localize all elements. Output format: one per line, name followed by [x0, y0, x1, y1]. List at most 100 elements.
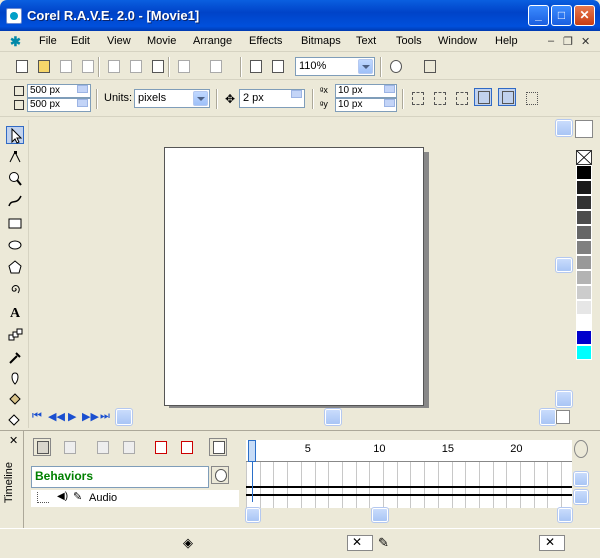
frame-grid[interactable]: [246, 462, 572, 508]
color-swatch[interactable]: [576, 225, 592, 240]
zoom-select[interactable]: 110%: [295, 57, 375, 76]
color-swatch[interactable]: [576, 315, 592, 330]
outline-tool-icon[interactable]: [6, 370, 24, 388]
interactive-blend-tool-icon[interactable]: [6, 326, 24, 344]
height-spinner[interactable]: [77, 99, 88, 107]
copy-icon[interactable]: [126, 57, 144, 75]
spiral-tool-icon[interactable]: [6, 280, 24, 298]
pick-tool-icon[interactable]: [6, 126, 24, 144]
next-frame-icon[interactable]: ▶▶: [82, 410, 99, 423]
menu-edit[interactable]: Edit: [71, 35, 90, 47]
save-icon[interactable]: [56, 57, 74, 75]
timeline-zoom-icon[interactable]: [574, 440, 588, 458]
print-icon[interactable]: [78, 57, 96, 75]
polygon-tool-icon[interactable]: [6, 258, 24, 276]
zoom-tool-icon[interactable]: [6, 170, 24, 188]
doc-restore-button[interactable]: ❐: [563, 35, 573, 48]
dup-y-spinner[interactable]: [384, 99, 395, 107]
play-icon[interactable]: ▶: [68, 410, 76, 423]
palette-scroll-up-button[interactable]: [575, 139, 593, 149]
add-behavior-icon[interactable]: [33, 438, 51, 456]
horizontal-scroll-thumb[interactable]: [324, 408, 342, 426]
scroll-left-button[interactable]: [115, 408, 133, 426]
units-select[interactable]: pixels: [134, 89, 210, 108]
import-icon[interactable]: [246, 57, 264, 75]
treat-as-filled-icon[interactable]: [498, 88, 516, 106]
color-swatch[interactable]: [576, 285, 592, 300]
no-color-swatch[interactable]: [576, 150, 592, 165]
doc-close-button[interactable]: ✕: [581, 35, 590, 48]
scroll-right-button[interactable]: [539, 408, 557, 426]
menu-bitmaps[interactable]: Bitmaps: [301, 35, 341, 47]
ellipse-tool-icon[interactable]: [6, 236, 24, 254]
color-swatch[interactable]: [576, 300, 592, 315]
menu-effects[interactable]: Effects: [249, 35, 282, 47]
menu-text[interactable]: Text: [356, 35, 376, 47]
first-frame-icon[interactable]: ⏮: [32, 410, 42, 423]
width-spinner[interactable]: [77, 85, 88, 93]
outline-indicator-icon[interactable]: ✎: [378, 535, 389, 551]
color-swatch[interactable]: [576, 345, 592, 360]
new-icon[interactable]: [12, 57, 30, 75]
timeline-scroll-thumb[interactable]: [371, 507, 389, 523]
open-icon[interactable]: [34, 57, 52, 75]
maximize-button[interactable]: □: [551, 5, 572, 26]
color-swatch[interactable]: [576, 240, 592, 255]
menu-file[interactable]: File: [39, 35, 57, 47]
undo-icon[interactable]: [174, 57, 192, 75]
audio-track-band[interactable]: [246, 486, 572, 496]
fill-indicator-icon[interactable]: ◈: [183, 535, 193, 551]
color-swatch[interactable]: [576, 255, 592, 270]
nudge-spinner[interactable]: [291, 90, 302, 98]
timeline-hscrollbar[interactable]: [245, 507, 573, 523]
palette-scroll-down-button[interactable]: [577, 390, 591, 404]
launcher-icon[interactable]: [386, 57, 404, 75]
guideline-snap-icon[interactable]: [430, 89, 448, 107]
menu-view[interactable]: View: [107, 35, 131, 47]
insert-frame-icon[interactable]: [151, 438, 169, 456]
color-swatch[interactable]: [576, 330, 592, 345]
shape-tool-icon[interactable]: [6, 148, 24, 166]
last-frame-icon[interactable]: ⏭: [100, 410, 110, 423]
layer-list-scrollbar[interactable]: [33, 508, 241, 522]
chevron-down-icon[interactable]: [358, 59, 373, 74]
doc-minimize-button[interactable]: –: [548, 35, 554, 47]
color-swatch[interactable]: [576, 180, 592, 195]
group-layers-icon[interactable]: [93, 438, 111, 456]
scroll-up-button[interactable]: [555, 119, 573, 137]
movie-stage[interactable]: [164, 147, 424, 406]
timeline-options-icon[interactable]: [209, 438, 227, 456]
color-swatch[interactable]: [576, 270, 592, 285]
doc-menu-icon[interactable]: ✱: [10, 34, 21, 50]
fill-tool-icon[interactable]: [6, 390, 24, 408]
wireframe-icon[interactable]: [420, 57, 438, 75]
playhead[interactable]: [248, 440, 256, 462]
text-tool-icon[interactable]: A: [6, 302, 24, 321]
color-swatch[interactable]: [576, 165, 592, 180]
ungroup-layers-icon[interactable]: [119, 438, 137, 456]
close-button[interactable]: ✕: [574, 5, 595, 26]
select-tool-icon[interactable]: [474, 88, 492, 106]
app-icon[interactable]: [6, 8, 22, 24]
vertical-scroll-thumb[interactable]: [555, 257, 573, 273]
menu-window[interactable]: Window: [438, 35, 477, 47]
interactive-fill-tool-icon[interactable]: [6, 410, 24, 428]
edit-behavior-icon[interactable]: [211, 466, 229, 484]
timeline-scroll-down[interactable]: [573, 489, 589, 505]
dup-x-spinner[interactable]: [384, 85, 395, 93]
menu-tools[interactable]: Tools: [396, 35, 422, 47]
timeline-scroll-left[interactable]: [245, 507, 261, 523]
menu-movie[interactable]: Movie: [147, 35, 176, 47]
frame-ruler[interactable]: 15101520: [246, 440, 572, 462]
export-icon[interactable]: [268, 57, 286, 75]
color-swatch[interactable]: [576, 210, 592, 225]
timeline-scroll-up[interactable]: [573, 471, 589, 487]
menu-help[interactable]: Help: [495, 35, 518, 47]
timeline-close-icon[interactable]: ✕: [9, 434, 18, 447]
zoom-one-shot-icon[interactable]: [556, 410, 570, 424]
layer-tree-expander[interactable]: [30, 508, 38, 518]
timeline-scroll-right[interactable]: [557, 507, 573, 523]
rectangle-tool-icon[interactable]: [6, 214, 24, 232]
vertical-scrollbar[interactable]: [555, 119, 573, 410]
menu-arrange[interactable]: Arrange: [193, 35, 232, 47]
